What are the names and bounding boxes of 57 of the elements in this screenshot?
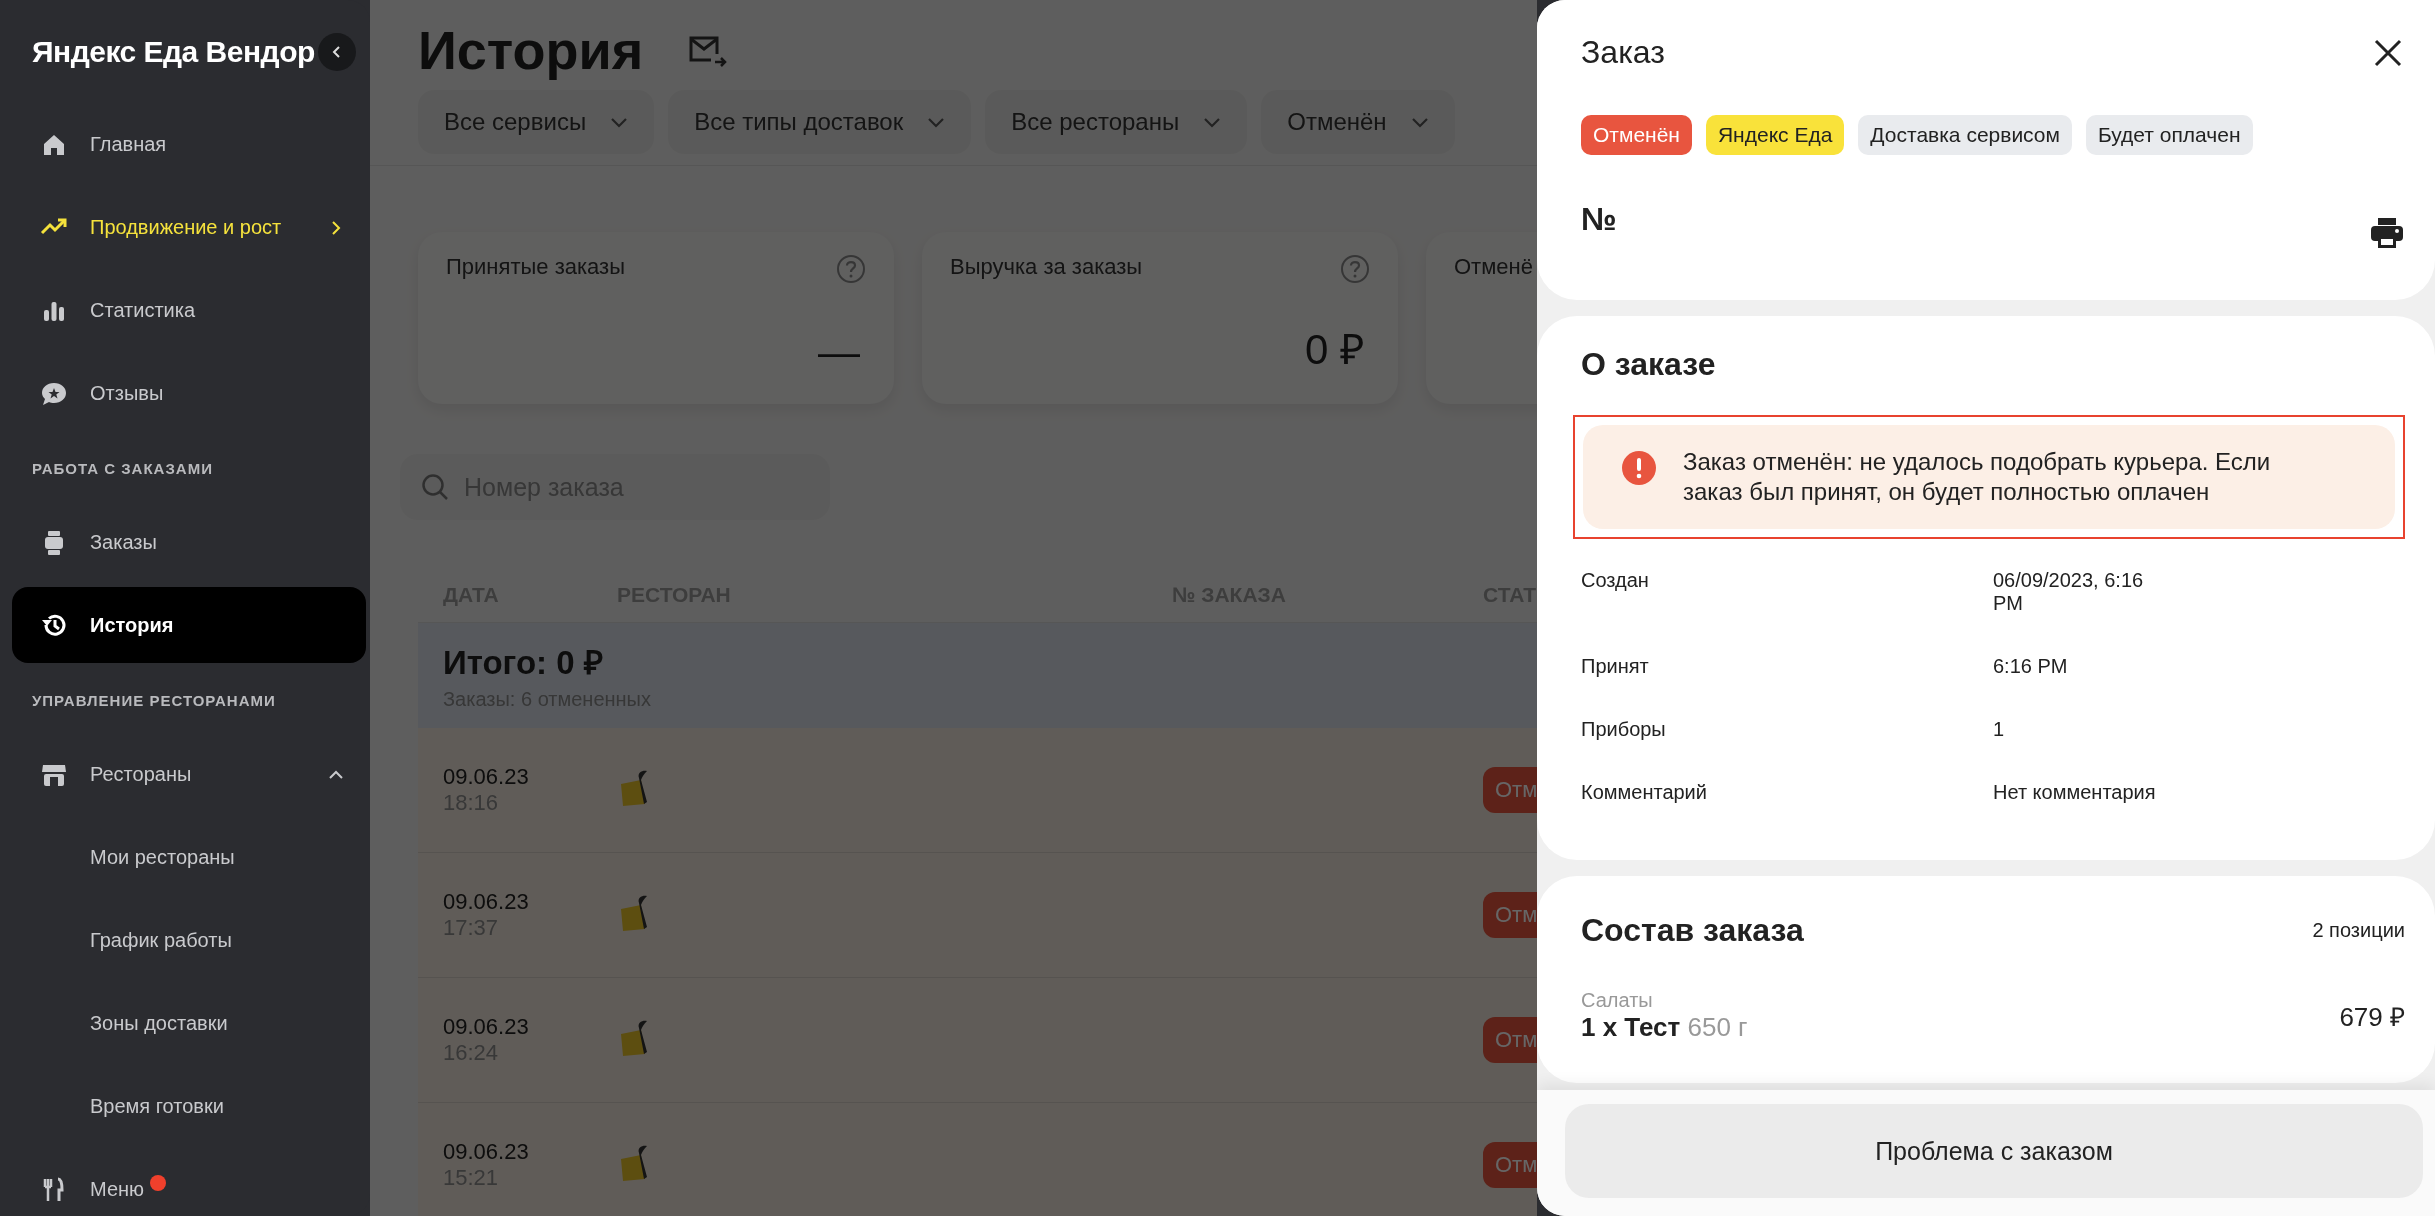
detail-value: Нет комментария xyxy=(1993,781,2157,804)
sidebar-item[interactable]: Время готовки xyxy=(12,1065,367,1148)
stat-label: Принятые заказы xyxy=(446,254,625,279)
stat-value: — xyxy=(818,328,860,376)
logo: Яндекс Еда Вендор xyxy=(32,34,315,69)
detail-label: Создан xyxy=(1581,569,1650,593)
section-heading: РАБОТА С ЗАКАЗАМИ xyxy=(31,458,214,479)
sidebar-item[interactable]: График работы xyxy=(12,899,367,982)
section-title: О заказе xyxy=(1581,346,1717,383)
detail-value: 06/09/2023, 6:16 PM xyxy=(1993,569,2145,615)
sidebar-item[interactable]: Зоны доставки xyxy=(12,982,367,1065)
status-badge: Отм xyxy=(1483,767,1537,813)
collapse-button[interactable] xyxy=(318,32,356,71)
stat-label: Отменё xyxy=(1454,254,1533,279)
status-badge: Отм xyxy=(1483,1142,1537,1188)
warning-icon xyxy=(1621,450,1657,486)
section-heading: УПРАВЛЕНИЕ РЕСТОРАНАМИ xyxy=(31,690,277,711)
help-icon[interactable] xyxy=(1340,254,1370,284)
order-date: 09.06.23 xyxy=(443,1139,530,1165)
order-date: 09.06.23 xyxy=(443,1014,530,1040)
status-badge: Отм xyxy=(1483,1017,1537,1063)
stat-label: Выручка за заказы xyxy=(950,254,1143,279)
stat-value: 0 ₽ xyxy=(1304,325,1364,375)
detail-label: Принят xyxy=(1581,655,1650,678)
detail-label: Комментарий xyxy=(1581,781,1708,804)
page-title: История xyxy=(418,19,644,81)
alert-text: Заказ отменён: не удалось подобрать курьера. Если заказ был принят, он будет полностью оплачен xyxy=(1683,447,2272,507)
sidebar-item[interactable]: Мои рестораны xyxy=(12,816,367,899)
sidebar-item[interactable]: Отзывы xyxy=(12,352,367,435)
status-tag: Отменён xyxy=(1581,115,1692,155)
panel-title: Заказ xyxy=(1581,34,1665,71)
problem-button[interactable]: Проблема с заказом xyxy=(1565,1104,2423,1198)
status-tag: Доставка сервисом xyxy=(1858,115,2072,155)
help-icon[interactable] xyxy=(836,254,866,284)
sidebar-item[interactable]: Рестораны xyxy=(12,733,367,816)
status-tag: Яндекс Еда xyxy=(1705,115,1845,155)
status-tag: Будет оплачен xyxy=(2086,115,2253,155)
detail-value: 6:16 PM xyxy=(1993,655,2069,678)
total-amount: Итого: 0 ₽ xyxy=(443,643,604,683)
sidebar-item[interactable]: История xyxy=(12,587,366,663)
detail-label: Приборы xyxy=(1581,718,1667,741)
printer-icon[interactable] xyxy=(2369,215,2405,251)
status-badge: Отм xyxy=(1483,892,1537,938)
detail-value: 1 xyxy=(1993,718,2006,741)
order-date: 09.06.23 xyxy=(443,889,530,915)
sidebar-item[interactable]: Статистика xyxy=(12,269,367,352)
sidebar-item[interactable]: Меню xyxy=(12,1148,367,1216)
order-date: 09.06.23 xyxy=(443,764,530,790)
sidebar-item[interactable]: Продвижение и рост xyxy=(12,186,367,269)
item-price: 679 ₽ xyxy=(2339,1001,2405,1034)
item-name: 1 x Тест 650 г xyxy=(1581,1012,1748,1042)
sidebar-item[interactable]: Главная xyxy=(12,103,367,186)
items-count: 2 позиции xyxy=(2312,919,2405,942)
sidebar-item[interactable]: Заказы xyxy=(12,501,367,584)
section-title: Состав заказа xyxy=(1581,912,1804,949)
order-number: № xyxy=(1581,201,1617,239)
item-category: Салаты xyxy=(1581,989,1654,1012)
